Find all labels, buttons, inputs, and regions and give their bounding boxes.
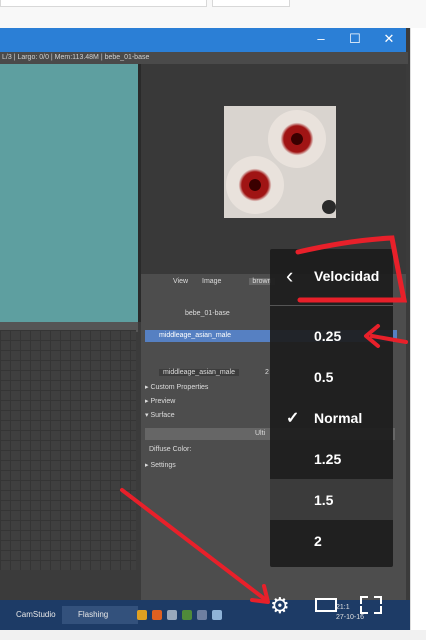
node-editor-grid [0, 330, 136, 570]
section-surface-label: Surface [150, 412, 175, 419]
page-top-bar [0, 0, 426, 29]
material-users-count: 2 [264, 369, 269, 376]
section-custom-properties-label: Custom Properties [150, 384, 209, 391]
speed-option-label: 0.25 [314, 328, 342, 344]
eye-texture-iris-right [268, 110, 326, 168]
bsdf-value: Ulti [255, 430, 266, 437]
view-menu-label: View [173, 278, 189, 285]
speed-option-label: 0.5 [314, 369, 334, 385]
speed-option-0-25[interactable]: 0.25 [270, 315, 393, 356]
theater-mode-icon[interactable] [315, 598, 337, 612]
image-editor [141, 64, 406, 274]
search-button[interactable] [212, 0, 290, 7]
taskbar-item-flashing: Flashing [62, 606, 138, 624]
minimize-icon: – [317, 31, 325, 46]
eye-texture-image [224, 106, 336, 218]
tray-icon-5 [197, 610, 207, 620]
speed-menu-title: Velocidad [314, 268, 380, 284]
clock-date: 27-10-16 [336, 614, 365, 621]
section-settings-label: Settings [150, 462, 176, 469]
image-menu-label: Image [202, 278, 222, 285]
speed-option-label: 1.5 [314, 492, 334, 508]
speed-option-1-5[interactable]: 1.5 [270, 479, 393, 520]
section-preview-label: Preview [150, 398, 176, 405]
eye-texture-iris-left [226, 156, 284, 214]
close-icon: ✕ [383, 31, 395, 46]
speed-option-label: 2 [314, 533, 322, 549]
tray-icon-1 [137, 610, 147, 620]
checkmark-icon: ✓ [286, 410, 300, 427]
video-player[interactable]: – ☐ ✕ L/3 | Largo: 0/0 | Mem:113.48M | b… [0, 28, 410, 630]
speed-option-0-5[interactable]: 0.5 [270, 356, 393, 397]
fullscreen-icon[interactable] [360, 596, 382, 614]
tray-icon-6 [212, 610, 222, 620]
diffuse-color-label: Diffuse Color: [149, 446, 192, 453]
speed-option-label: 1.25 [314, 451, 342, 467]
speed-option-2[interactable]: 2 [270, 520, 393, 561]
tray-icon-2 [152, 610, 162, 620]
tray-icon-4 [182, 610, 192, 620]
gear-icon[interactable]: ⚙ [270, 595, 290, 617]
playback-speed-menu: ‹ Velocidad 0.25 0.5 ✓ Normal 1.25 1.5 2 [270, 249, 393, 567]
page-right-edge [410, 28, 426, 630]
speed-option-1-25[interactable]: 1.25 [270, 438, 393, 479]
material-owner-label: bebe_01-base [185, 310, 230, 317]
taskbar-item-camstudio: CamStudio [16, 610, 56, 619]
windows-taskbar: CamStudio Flashing 21:1 27-10-16 [0, 600, 410, 630]
chevron-left-icon[interactable]: ‹ [286, 264, 293, 288]
window-title-bar: – ☐ ✕ [0, 28, 406, 52]
search-box[interactable] [0, 0, 207, 7]
texture-dark-spot [322, 200, 336, 214]
material-name-field: middleage_asian_male [159, 369, 239, 376]
tray-icon-3 [167, 610, 177, 620]
3d-viewport [0, 64, 141, 322]
speed-menu-header[interactable]: ‹ Velocidad [270, 249, 393, 306]
maximize-icon: ☐ [349, 31, 361, 46]
blender-info-bar: L/3 | Largo: 0/0 | Mem:113.48M | bebe_01… [0, 52, 408, 64]
speed-option-label: Normal [314, 410, 363, 426]
speed-option-normal[interactable]: ✓ Normal [270, 397, 393, 438]
